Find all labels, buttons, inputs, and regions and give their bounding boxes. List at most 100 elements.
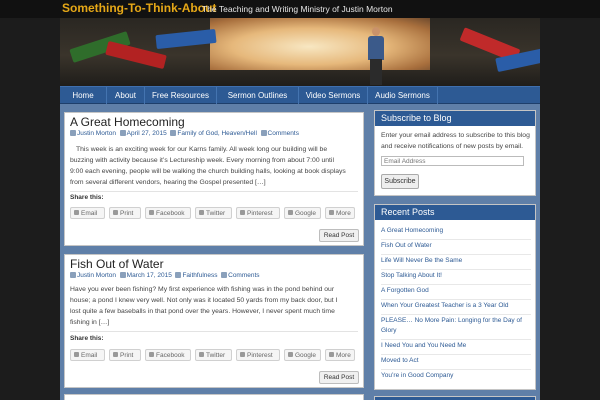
share-print-button[interactable]: Print	[109, 207, 141, 219]
twitter-icon	[199, 210, 204, 215]
recent-post-link[interactable]: I Need You and You Need Me	[381, 341, 531, 351]
next-widget-edge	[374, 396, 536, 400]
folder-icon	[175, 272, 182, 278]
read-post-button[interactable]: Read Post	[319, 229, 359, 242]
divider	[381, 254, 531, 255]
divider	[381, 239, 531, 240]
post-excerpt: Have you ever been fishing? My first exp…	[70, 284, 360, 328]
nav-audio-sermons[interactable]: Audio Sermons	[368, 87, 438, 104]
excerpt-line: lost quite a few baseballs in that pond …	[70, 308, 335, 315]
excerpt-line: buzzing with activity because it’s Lectu…	[70, 157, 334, 164]
post-comments-link[interactable]: Comments	[268, 130, 299, 137]
recent-post-link[interactable]: You’re in Good Company	[381, 371, 531, 381]
post-excerpt: This week is an exciting week for our Ka…	[70, 144, 360, 188]
speaker-figure	[367, 27, 385, 85]
nav-home[interactable]: Home	[60, 87, 107, 104]
email-field[interactable]	[381, 156, 524, 166]
divider	[381, 284, 531, 285]
excerpt-line: fishing in […]	[70, 319, 110, 326]
excerpt-line: from several different vendors, hearing …	[70, 179, 266, 186]
divider	[70, 331, 358, 332]
email-icon	[74, 352, 79, 357]
banner-sign-blue	[155, 28, 217, 50]
recent-post-link[interactable]: PLEASE… No More Pain: Longing for the Da…	[381, 316, 531, 336]
share-pinterest-button[interactable]: Pinterest	[236, 349, 280, 361]
excerpt-line: Have you ever been fishing? My first exp…	[70, 286, 335, 293]
more-icon	[329, 352, 334, 357]
recent-posts-widget: Recent Posts A Great Homecoming Fish Out…	[374, 204, 536, 390]
post-date[interactable]: March 17, 2015	[127, 272, 172, 279]
site-title[interactable]: Something-To-Think-About	[62, 1, 216, 15]
recent-post-link[interactable]: A Great Homecoming	[381, 226, 531, 236]
share-facebook-button[interactable]: Facebook	[145, 349, 191, 361]
post-date[interactable]: April 27, 2015	[127, 130, 167, 137]
subscribe-description: Enter your email address to subscribe to…	[381, 132, 530, 150]
share-pinterest-button[interactable]: Pinterest	[236, 207, 280, 219]
divider	[381, 269, 531, 270]
nav-video-sermons[interactable]: Video Sermons	[299, 87, 368, 104]
author-icon	[70, 130, 76, 136]
print-icon	[113, 210, 118, 215]
main-navigation: Home About Free Resources Sermon Outline…	[60, 86, 540, 104]
divider	[381, 299, 531, 300]
author-icon	[70, 272, 76, 278]
nav-about[interactable]: About	[107, 87, 145, 104]
header-banner-image[interactable]	[60, 18, 540, 86]
comment-icon	[260, 130, 267, 136]
post-title[interactable]: A Great Homecoming	[70, 115, 185, 129]
post-card: A Great Homecoming Justin Morton April 2…	[64, 112, 364, 246]
pinterest-icon	[240, 210, 245, 215]
read-post-button[interactable]: Read Post	[319, 371, 359, 384]
share-label: Share this:	[70, 335, 104, 342]
post-categories[interactable]: Faithfulness	[182, 272, 217, 279]
share-google-button[interactable]: Google	[284, 349, 321, 361]
facebook-icon	[149, 210, 154, 215]
comment-icon	[221, 272, 228, 278]
recent-post-link[interactable]: Life Will Never Be the Same	[381, 256, 531, 266]
subscribe-button[interactable]: Subscribe	[381, 174, 419, 189]
post-meta: Justin Morton April 27, 2015 Family of G…	[70, 130, 299, 137]
share-twitter-button[interactable]: Twitter	[195, 349, 232, 361]
recent-post-link[interactable]: Fish Out of Water	[381, 241, 531, 251]
widget-title: Recent Posts	[375, 205, 535, 220]
excerpt-line: 9:00 each evening, people will be walkin…	[70, 168, 346, 175]
email-icon	[74, 210, 79, 215]
nav-sermon-outlines[interactable]: Sermon Outlines	[217, 87, 299, 104]
site-tagline: The Teaching and Writing Ministry of Jus…	[202, 4, 393, 14]
subscribe-widget: Subscribe to Blog Enter your email addre…	[374, 110, 536, 196]
divider	[381, 369, 531, 370]
projector-screen	[210, 18, 430, 70]
twitter-icon	[199, 352, 204, 357]
excerpt-line: This week is an exciting week for our Ka…	[76, 146, 328, 153]
share-email-button[interactable]: Email	[70, 207, 105, 219]
nav-free-resources[interactable]: Free Resources	[145, 87, 217, 104]
share-more-button[interactable]: More	[325, 207, 355, 219]
google-icon	[288, 352, 293, 357]
post-card: Fish Out of Water Justin Morton March 17…	[64, 254, 364, 388]
divider	[381, 354, 531, 355]
recent-post-link[interactable]: A Forgotten God	[381, 286, 531, 296]
share-facebook-button[interactable]: Facebook	[145, 207, 191, 219]
recent-post-link[interactable]: Stop Talking About It!	[381, 271, 531, 281]
share-print-button[interactable]: Print	[109, 349, 141, 361]
more-icon	[329, 210, 334, 215]
share-email-button[interactable]: Email	[70, 349, 105, 361]
recent-post-link[interactable]: Moved to Act	[381, 356, 531, 366]
post-title[interactable]: Fish Out of Water	[70, 257, 164, 271]
post-author[interactable]: Justin Morton	[77, 130, 116, 137]
widget-title: Subscribe to Blog	[375, 111, 535, 126]
post-categories[interactable]: Family of God, Heaven/Hell	[177, 130, 256, 137]
post-comments-link[interactable]: Comments	[228, 272, 259, 279]
excerpt-line: house; a pond I knew very well. Not only…	[70, 297, 338, 304]
divider	[381, 314, 531, 315]
google-icon	[288, 210, 293, 215]
calendar-icon	[119, 130, 126, 136]
share-google-button[interactable]: Google	[284, 207, 321, 219]
folder-icon	[170, 130, 177, 136]
share-twitter-button[interactable]: Twitter	[195, 207, 232, 219]
post-author[interactable]: Justin Morton	[77, 272, 116, 279]
share-label: Share this:	[70, 194, 104, 201]
share-more-button[interactable]: More	[325, 349, 355, 361]
recent-post-link[interactable]: When Your Greatest Teacher is a 3 Year O…	[381, 301, 531, 311]
post-meta: Justin Morton March 17, 2015 Faithfulnes…	[70, 272, 260, 279]
